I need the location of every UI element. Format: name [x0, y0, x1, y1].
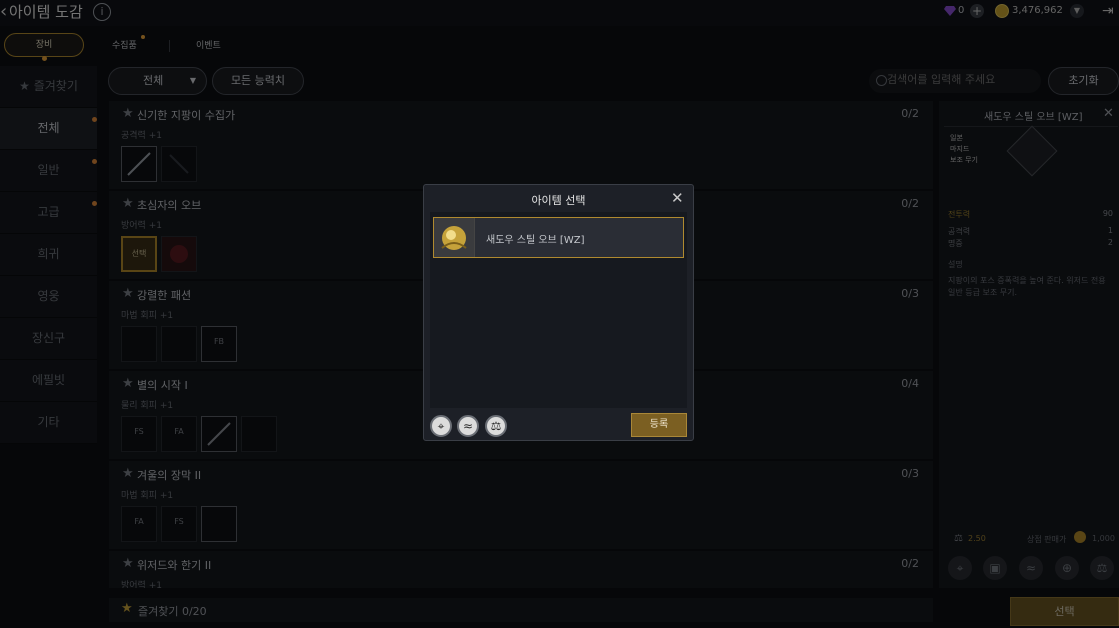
close-icon[interactable]: ✕: [671, 191, 684, 206]
orb-image: [441, 226, 467, 250]
modal-title: 아이템 선택: [531, 194, 586, 207]
scale-icon[interactable]: ⚖: [485, 415, 507, 437]
register-button[interactable]: 등록: [631, 413, 687, 437]
orb-icon: [434, 218, 475, 257]
anvil-icon[interactable]: ≈: [457, 415, 479, 437]
location-icon[interactable]: ⌖: [430, 415, 452, 437]
modal-item-name: 새도우 스틸 오브 [WZ]: [486, 235, 585, 246]
